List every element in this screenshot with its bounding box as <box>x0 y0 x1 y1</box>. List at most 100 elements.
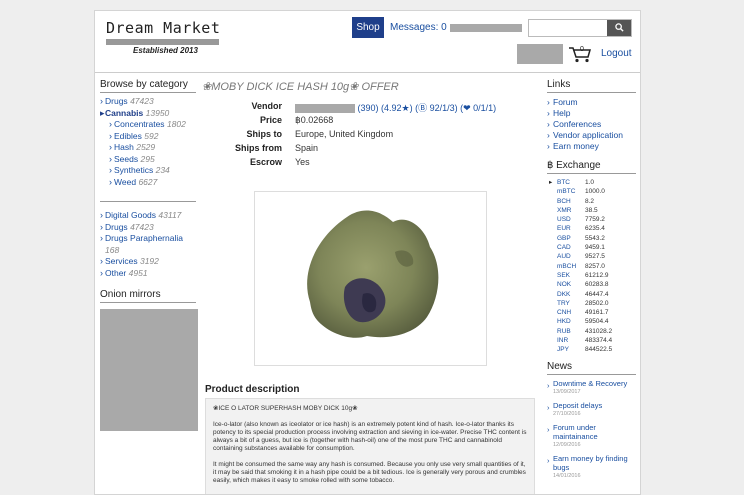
link-label[interactable]: Earn money <box>553 141 599 151</box>
product-image[interactable] <box>254 191 487 366</box>
exchange-row[interactable]: XMR 38.5 <box>547 206 636 215</box>
category-link[interactable]: Other <box>105 268 126 278</box>
category-item[interactable]: Synthetics 234 <box>100 165 196 177</box>
exchange-row[interactable]: INR 483374.4 <box>547 336 636 345</box>
exchange-row[interactable]: mBCH 8257.0 <box>547 262 636 271</box>
exchange-row[interactable]: EUR 6235.4 <box>547 224 636 233</box>
exchange-row[interactable]: NOK 60283.8 <box>547 280 636 289</box>
exchange-row[interactable]: BCH 8.2 <box>547 197 636 206</box>
news-item[interactable]: Deposit delays27/10/2016 <box>547 401 636 419</box>
news-item[interactable]: Earn money by finding bugs14/01/2016 <box>547 454 636 481</box>
category-item[interactable]: Digital Goods 43117 <box>100 210 196 222</box>
news-title[interactable]: Forum under maintainance <box>553 423 598 441</box>
category-link[interactable]: Drugs Paraphernalia <box>105 233 183 243</box>
sidebar-link[interactable]: Earn money <box>547 141 636 152</box>
category-link[interactable]: Services <box>105 256 138 266</box>
exchange-currency[interactable]: XMR <box>557 206 585 215</box>
category-item[interactable]: Drugs Paraphernalia 168 <box>100 233 196 256</box>
category-link[interactable]: Concentrates <box>114 119 165 129</box>
sidebar-link[interactable]: Help <box>547 108 636 119</box>
escrow-row: Escrow Yes <box>202 157 538 169</box>
exchange-row[interactable]: GBP 5543.2 <box>547 234 636 243</box>
category-link[interactable]: Cannabis <box>105 108 143 118</box>
news-title[interactable]: Deposit delays <box>553 401 602 410</box>
exchange-row[interactable]: mBTC 1000.0 <box>547 187 636 196</box>
exchange-currency[interactable]: RUB <box>557 327 585 336</box>
exchange-currency[interactable]: SEK <box>557 271 585 280</box>
exchange-currency[interactable]: AUD <box>557 252 585 261</box>
exchange-currency[interactable]: JPY <box>557 345 585 354</box>
category-item[interactable]: Weed 6627 <box>100 177 196 189</box>
category-item[interactable]: Edibles 592 <box>100 131 196 143</box>
description-paragraph: Ice-o-lator (also known as iceolator or … <box>213 421 527 452</box>
exchange-row[interactable]: RUB 431028.2 <box>547 327 636 336</box>
exchange-currency[interactable]: mBCH <box>557 262 585 271</box>
exchange-row[interactable]: DKK 46447.4 <box>547 290 636 299</box>
category-list: Drugs 47423Cannabis 13950Concentrates 18… <box>100 96 196 188</box>
link-label[interactable]: Forum <box>553 97 578 107</box>
exchange-row[interactable]: CNH 49161.7 <box>547 308 636 317</box>
exchange-heading: ฿ Exchange <box>547 160 636 174</box>
news-title[interactable]: Earn money by finding bugs <box>553 454 628 472</box>
category-link[interactable]: Synthetics <box>114 165 153 175</box>
exchange-currency[interactable]: TRY <box>557 299 585 308</box>
exchange-row[interactable]: JPY 844522.5 <box>547 345 636 354</box>
ships-to-row: Ships to Europe, United Kingdom <box>202 129 538 141</box>
link-label[interactable]: Conferences <box>553 119 601 129</box>
category-item[interactable]: Hash 2529 <box>100 142 196 154</box>
logout-link[interactable]: Logout <box>601 48 632 59</box>
news-item[interactable]: Forum under maintainance12/09/2016 <box>547 423 636 450</box>
exchange-currency[interactable]: NOK <box>557 280 585 289</box>
vendor-stats[interactable]: (390) (4.92★) (Ⓑ 92/1/3) (❤ 0/1/1) <box>358 103 497 113</box>
exchange-row[interactable]: TRY 28502.0 <box>547 299 636 308</box>
category-link[interactable]: Weed <box>114 177 136 187</box>
exchange-row[interactable]: CAD 9459.1 <box>547 243 636 252</box>
shop-button[interactable]: Shop <box>352 17 384 38</box>
category-link[interactable]: Drugs <box>105 222 128 232</box>
category-count: 234 <box>155 165 170 175</box>
exchange-row[interactable]: HKD 59504.4 <box>547 317 636 326</box>
exchange-currency[interactable]: mBTC <box>557 187 585 196</box>
sidebar-link[interactable]: Vendor application <box>547 130 636 141</box>
exchange-currency[interactable]: GBP <box>557 234 585 243</box>
messages-link[interactable]: Messages: 0 <box>390 22 447 33</box>
category-item[interactable]: Concentrates 1802 <box>100 119 196 131</box>
logo[interactable]: Dream Market Established 2013 <box>106 19 220 55</box>
category-link[interactable]: Edibles <box>114 131 142 141</box>
link-label[interactable]: Vendor application <box>553 130 623 140</box>
exchange-currency[interactable]: HKD <box>557 317 585 326</box>
search-input[interactable] <box>528 19 632 37</box>
exchange-currency[interactable]: CAD <box>557 243 585 252</box>
category-item[interactable]: Seeds 295 <box>100 154 196 166</box>
exchange-row[interactable]: SEK 61212.9 <box>547 271 636 280</box>
category-item[interactable]: Cannabis 13950 <box>100 108 196 120</box>
vendor-value[interactable]: (390) (4.92★) (Ⓑ 92/1/3) (❤ 0/1/1) <box>295 101 496 114</box>
category-link[interactable]: Seeds <box>114 154 138 164</box>
sidebar-link[interactable]: Conferences <box>547 119 636 130</box>
exchange-currency[interactable]: USD <box>557 215 585 224</box>
category-link[interactable]: Digital Goods <box>105 210 156 220</box>
news-item[interactable]: Downtime & Recovery13/09/2017 <box>547 379 636 397</box>
exchange-currency[interactable]: DKK <box>557 290 585 299</box>
exchange-currency[interactable]: INR <box>557 336 585 345</box>
category-item[interactable]: Drugs 47423 <box>100 222 196 234</box>
sidebar-link[interactable]: Forum <box>547 97 636 108</box>
news-title[interactable]: Downtime & Recovery <box>553 379 627 388</box>
category-link[interactable]: Hash <box>114 142 134 152</box>
exchange-rate: 6235.4 <box>585 225 605 233</box>
exchange-currency[interactable]: CNH <box>557 308 585 317</box>
exchange-row[interactable]: AUD 9527.5 <box>547 252 636 261</box>
news-date: 14/01/2016 <box>553 472 581 479</box>
category-link[interactable]: Drugs <box>105 96 128 106</box>
exchange-row[interactable]: BTC1.0 <box>547 178 636 188</box>
exchange-currency[interactable]: EUR <box>557 224 585 233</box>
exchange-currency[interactable]: BCH <box>557 197 585 206</box>
search-button[interactable] <box>607 20 631 36</box>
exchange-currency[interactable]: BTC <box>557 178 585 187</box>
category-item[interactable]: Other 4951 <box>100 268 196 280</box>
category-item[interactable]: Drugs 47423 <box>100 96 196 108</box>
logo-redacted-bar <box>106 39 219 45</box>
link-label[interactable]: Help <box>553 108 570 118</box>
category-item[interactable]: Services 3192 <box>100 256 196 268</box>
exchange-row[interactable]: USD 7759.2 <box>547 215 636 224</box>
